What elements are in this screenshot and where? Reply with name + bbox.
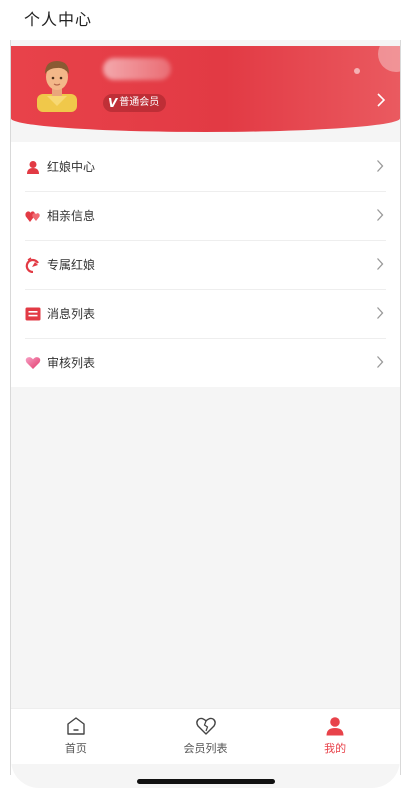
chevron-right-icon [377, 307, 384, 319]
tab-label: 会员列表 [183, 742, 228, 755]
phone-frame: 个人中心 V 普通会员 红娘中心 相亲信息 专属红娘 消息列表 审核列表 首页 … [0, 0, 402, 795]
menu-item-label: 红娘中心 [47, 160, 96, 174]
home-indicator [137, 779, 275, 784]
menu-item-message-list[interactable]: 消息列表 [11, 289, 400, 338]
vip-v-icon: V [108, 96, 118, 110]
hearts-icon [25, 208, 41, 224]
frame-right-border [400, 0, 401, 775]
chevron-right-icon [377, 209, 384, 221]
title-bar: 个人中心 [0, 0, 402, 40]
cupid-icon [25, 256, 41, 273]
message-icon [25, 306, 41, 322]
menu-item-dating-info[interactable]: 相亲信息 [11, 191, 400, 240]
menu-item-review-list[interactable]: 审核列表 [11, 338, 400, 387]
user-icon [326, 717, 344, 736]
heart-gradient-icon [25, 355, 41, 371]
decorative-circle [378, 46, 400, 72]
page-title: 个人中心 [24, 10, 93, 29]
user-name-blurred [103, 58, 171, 80]
person-icon [25, 159, 41, 175]
menu-item-label: 专属红娘 [47, 258, 96, 272]
member-level-badge: V 普通会员 [103, 94, 167, 112]
heart-outline-icon [195, 717, 216, 735]
decorative-dot [354, 68, 360, 74]
profile-card[interactable]: V 普通会员 [11, 46, 400, 132]
chevron-right-icon [377, 93, 386, 107]
menu-item-exclusive-matchmaker[interactable]: 专属红娘 [11, 240, 400, 289]
chevron-right-icon [377, 356, 384, 368]
screen: V 普通会员 红娘中心 相亲信息 专属红娘 消息列表 审核列表 首页 会员列表 … [11, 40, 400, 788]
avatar[interactable] [33, 56, 81, 112]
menu-item-label: 审核列表 [47, 356, 96, 370]
menu-item-label: 消息列表 [47, 307, 96, 321]
tab-mine[interactable]: 我的 [270, 709, 400, 764]
bottom-tab-bar: 首页 会员列表 我的 [11, 708, 400, 764]
menu-item-matchmaker-center[interactable]: 红娘中心 [11, 142, 400, 191]
member-level-label: 普通会员 [119, 97, 160, 108]
chevron-right-icon [377, 160, 384, 172]
menu-item-label: 相亲信息 [47, 209, 96, 223]
home-icon [67, 717, 85, 735]
tab-label: 首页 [64, 742, 87, 755]
menu-list: 红娘中心 相亲信息 专属红娘 消息列表 审核列表 [11, 142, 400, 387]
chevron-right-icon [377, 258, 384, 270]
tab-label: 我的 [324, 742, 347, 755]
tab-home[interactable]: 首页 [11, 709, 141, 764]
tab-member-list[interactable]: 会员列表 [141, 709, 271, 764]
